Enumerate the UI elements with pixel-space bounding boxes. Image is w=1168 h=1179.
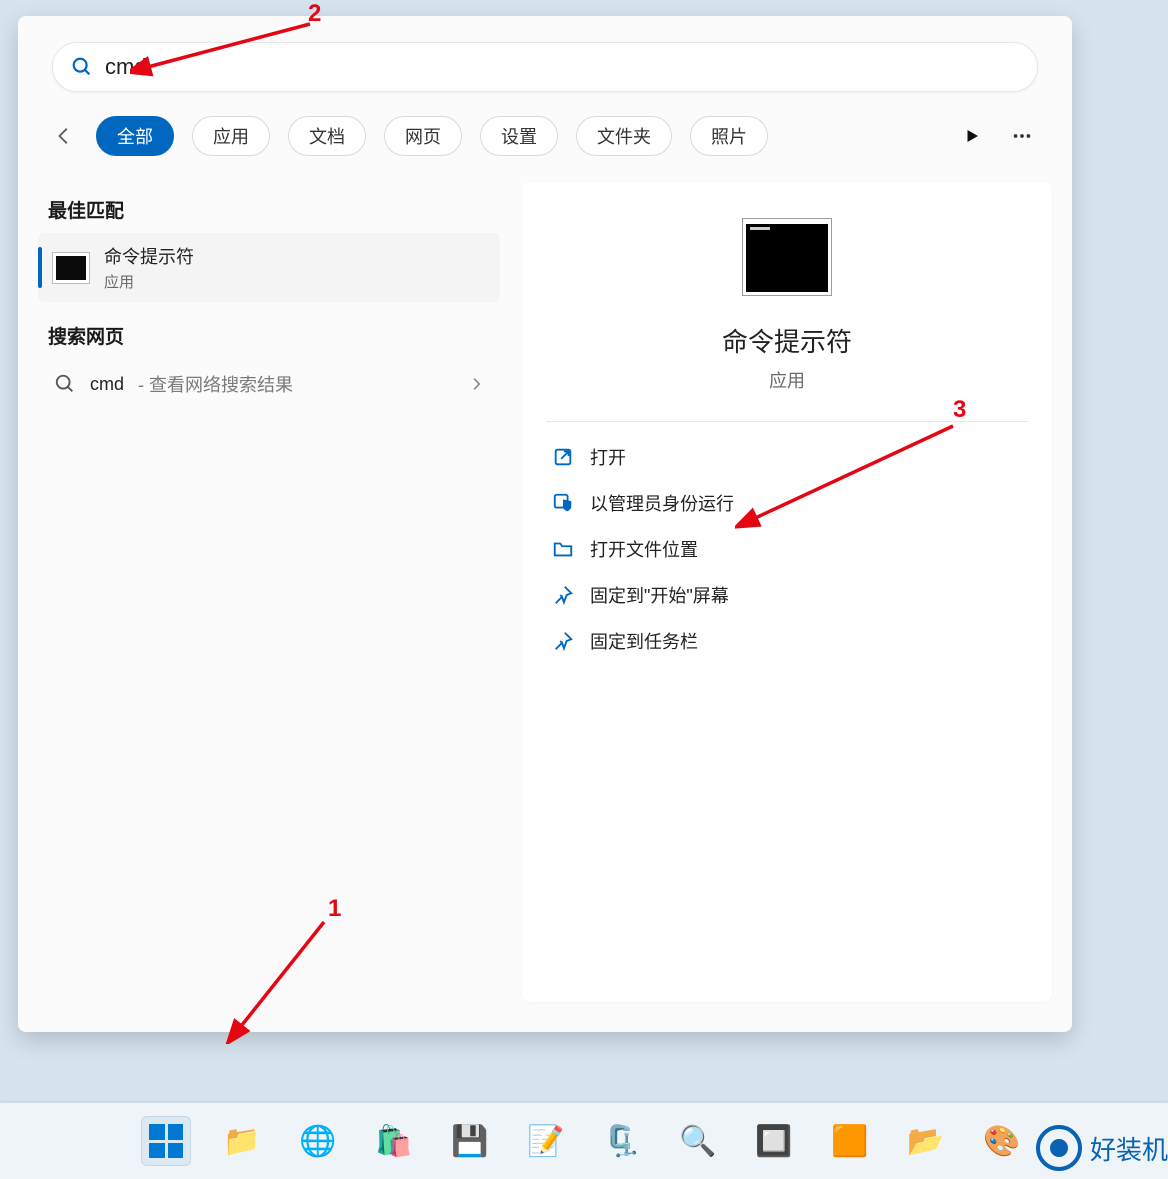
- play-icon[interactable]: [956, 120, 988, 152]
- taskbar-save-icon[interactable]: 💾: [445, 1116, 495, 1166]
- action-label: 以管理员身份运行: [590, 490, 734, 516]
- chevron-right-icon: [468, 376, 484, 392]
- result-subtitle: 应用: [104, 271, 194, 292]
- search-web-heading: 搜索网页: [48, 322, 500, 349]
- filter-documents[interactable]: 文档: [288, 116, 366, 156]
- folder-icon: [552, 538, 574, 560]
- taskbar-edge-icon[interactable]: 🌐: [293, 1116, 343, 1166]
- filter-apps[interactable]: 应用: [192, 116, 270, 156]
- taskbar-app-icon[interactable]: 🟧: [825, 1116, 875, 1166]
- annotation-number-3: 3: [953, 396, 966, 424]
- filter-row: 全部 应用 文档 网页 设置 文件夹 照片: [52, 116, 1038, 156]
- action-label: 固定到"开始"屏幕: [590, 582, 729, 608]
- watermark-logo-icon: [1036, 1125, 1082, 1171]
- search-input[interactable]: [105, 54, 1019, 80]
- web-result-suffix: - 查看网络搜索结果: [138, 371, 293, 397]
- open-icon: [552, 446, 574, 468]
- more-icon[interactable]: [1006, 120, 1038, 152]
- filter-photos[interactable]: 照片: [690, 116, 768, 156]
- taskbar-grid-icon[interactable]: 🔲: [749, 1116, 799, 1166]
- watermark: 好装机: [1036, 1125, 1168, 1171]
- action-open-file-location[interactable]: 打开文件位置: [540, 526, 1034, 572]
- annotation-number-1: 1: [328, 895, 341, 923]
- preview-subtitle: 应用: [540, 367, 1034, 393]
- watermark-text: 好装机: [1090, 1130, 1168, 1167]
- taskbar-search-icon[interactable]: 🔍: [673, 1116, 723, 1166]
- annotation-number-2: 2: [308, 0, 321, 28]
- taskbar-file-explorer-icon[interactable]: 📁: [217, 1116, 267, 1166]
- admin-shield-icon: [552, 492, 574, 514]
- taskbar-store-icon[interactable]: 🛍️: [369, 1116, 419, 1166]
- taskbar-notepad-icon[interactable]: 📝: [521, 1116, 571, 1166]
- action-label: 打开文件位置: [590, 536, 698, 562]
- action-pin-to-start[interactable]: 固定到"开始"屏幕: [540, 572, 1034, 618]
- preview-pane: 命令提示符 应用 打开 以管理员身份运行 打开文件位置 固定到"开始"屏幕: [522, 182, 1052, 1002]
- web-result[interactable]: cmd - 查看网络搜索结果: [38, 359, 500, 409]
- action-open[interactable]: 打开: [540, 434, 1034, 480]
- pin-icon: [552, 630, 574, 652]
- action-run-as-admin[interactable]: 以管理员身份运行: [540, 480, 1034, 526]
- search-icon: [71, 56, 93, 78]
- cmd-icon: [52, 252, 90, 284]
- taskbar-paint-icon[interactable]: 🎨: [977, 1116, 1027, 1166]
- preview-app-icon: [742, 218, 832, 296]
- action-pin-to-taskbar[interactable]: 固定到任务栏: [540, 618, 1034, 664]
- best-match-result[interactable]: 命令提示符 应用: [38, 233, 500, 302]
- action-label: 打开: [590, 444, 626, 470]
- search-icon: [54, 373, 76, 395]
- web-result-term: cmd: [90, 374, 124, 395]
- search-window: 全部 应用 文档 网页 设置 文件夹 照片 最佳匹配 命令提示符 应用 搜索网页: [18, 16, 1072, 1032]
- result-title: 命令提示符: [104, 243, 194, 269]
- preview-title: 命令提示符: [540, 322, 1034, 359]
- filter-web[interactable]: 网页: [384, 116, 462, 156]
- pin-icon: [552, 584, 574, 606]
- best-match-heading: 最佳匹配: [48, 196, 500, 223]
- filter-settings[interactable]: 设置: [480, 116, 558, 156]
- taskbar-archive-icon[interactable]: 🗜️: [597, 1116, 647, 1166]
- taskbar-folder-icon[interactable]: 📂: [901, 1116, 951, 1166]
- filter-folders[interactable]: 文件夹: [576, 116, 672, 156]
- search-bar[interactable]: [52, 42, 1038, 92]
- taskbar: 📁 🌐 🛍️ 💾 📝 🗜️ 🔍 🔲 🟧 📂 🎨: [0, 1103, 1168, 1179]
- results-column: 最佳匹配 命令提示符 应用 搜索网页 cmd - 查看网络搜索结果: [38, 182, 500, 1002]
- action-label: 固定到任务栏: [590, 628, 698, 654]
- filter-all[interactable]: 全部: [96, 116, 174, 156]
- taskbar-start-button[interactable]: [141, 1116, 191, 1166]
- back-arrow-icon[interactable]: [52, 123, 78, 149]
